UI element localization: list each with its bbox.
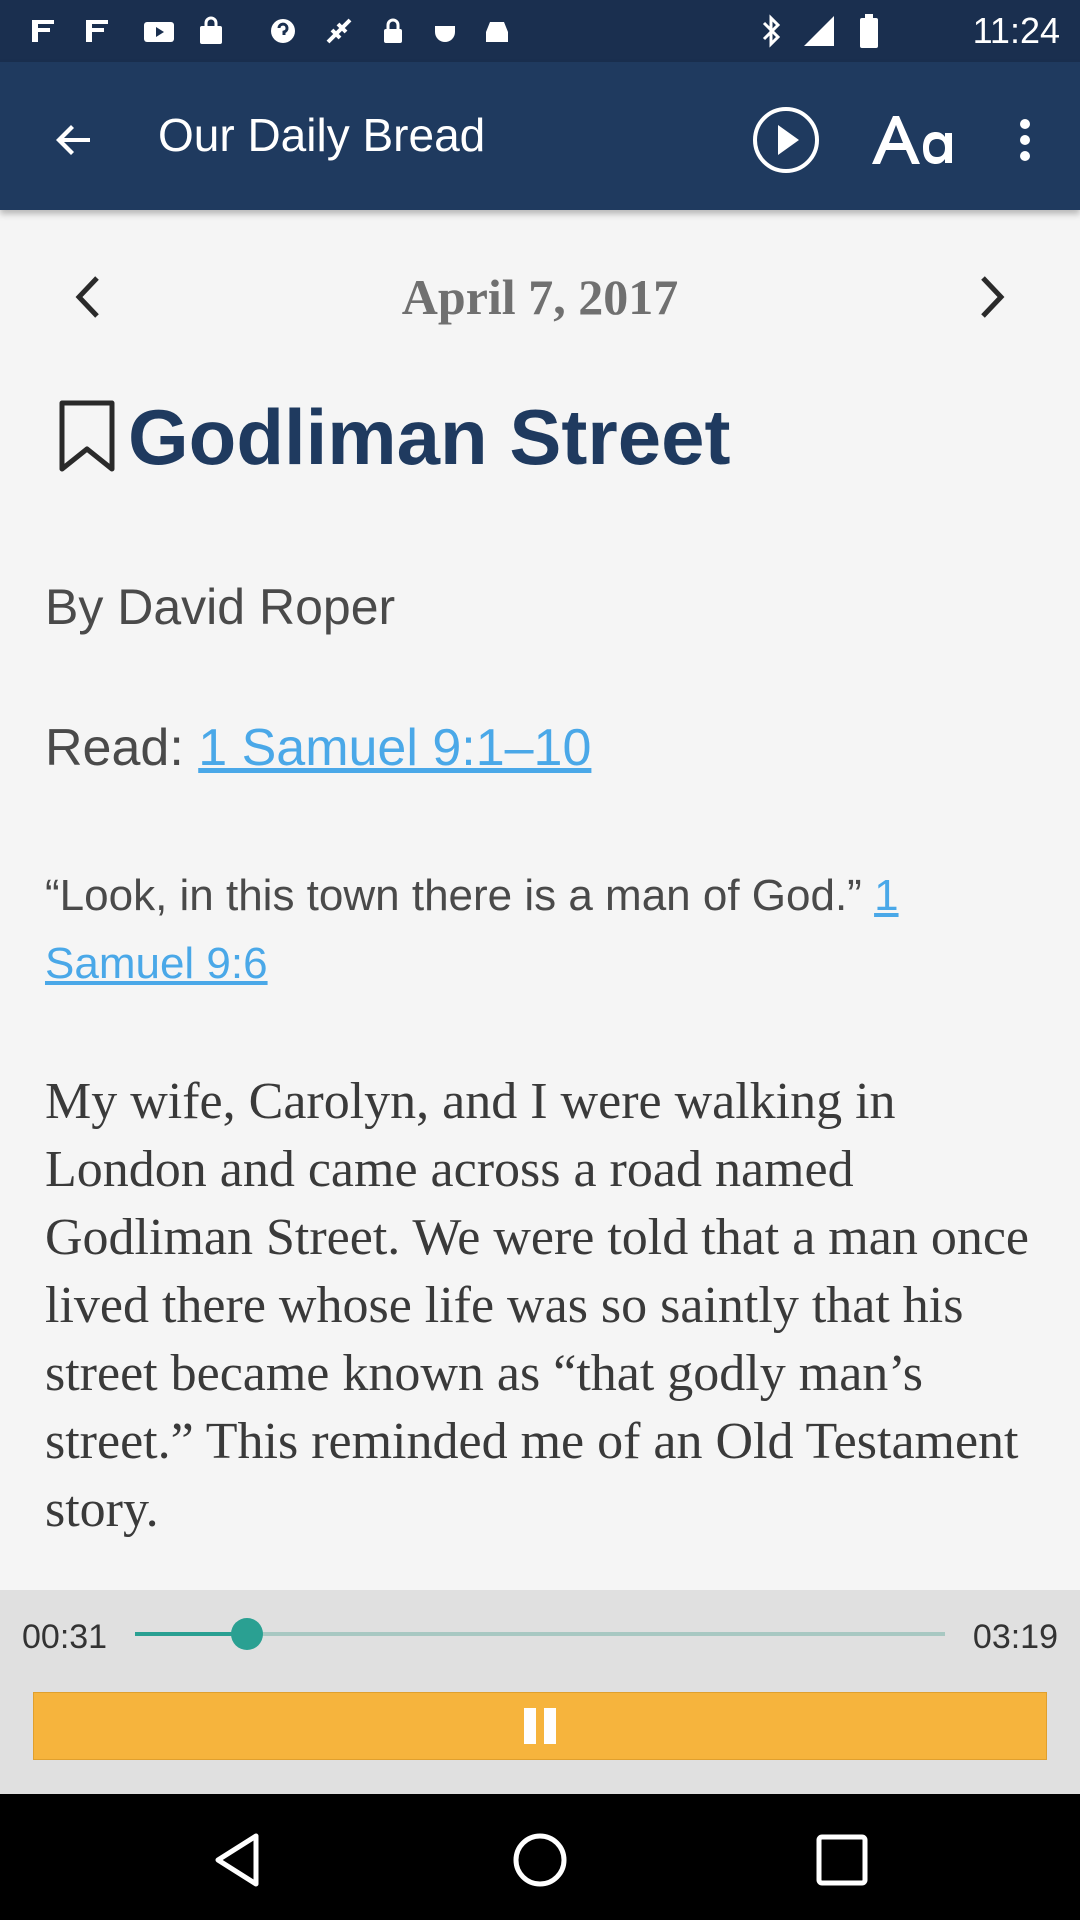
play-audio-button[interactable] (744, 98, 828, 182)
next-day-button[interactable] (960, 262, 1024, 332)
battery-icon (850, 12, 888, 50)
read-passage-link[interactable]: 1 Samuel 9:1–10 (198, 719, 591, 777)
text-size-icon (872, 116, 952, 164)
play-circle-icon (753, 107, 819, 173)
lock-icon (374, 12, 412, 50)
read-label: Read: (45, 719, 199, 777)
devotional-date: April 7, 2017 (401, 269, 679, 325)
font-size-button[interactable] (866, 98, 958, 182)
total-duration: 03:19 (972, 1618, 1058, 1656)
app-bar: Our Daily Bread (0, 62, 1080, 210)
nav-home-button[interactable] (502, 1822, 578, 1898)
question-icon (264, 12, 302, 50)
bag-icon (192, 12, 230, 50)
read-passage: Read: 1 Samuel 9:1–10 (45, 718, 1035, 778)
bookmark-button[interactable] (50, 394, 124, 478)
audio-player: 00:31 03:19 (0, 1590, 1080, 1794)
app-title: Our Daily Bread (158, 109, 486, 161)
devotional-body: My wife, Carolyn, and I were walking in … (45, 1073, 1029, 1538)
pause-button[interactable] (33, 1692, 1047, 1760)
notification-icon (78, 12, 116, 50)
devotional-title: Godliman Street (128, 393, 731, 481)
more-vert-icon (1020, 119, 1030, 161)
bookmark-icon (59, 400, 115, 472)
notification-icon (24, 12, 62, 50)
triangle-back-icon (215, 1833, 259, 1887)
satellite-icon (320, 12, 358, 50)
system-nav-bar (0, 1794, 1080, 1920)
nav-recents-button[interactable] (804, 1822, 880, 1898)
video-icon (140, 12, 178, 50)
circle-home-icon (513, 1833, 567, 1887)
more-options-button[interactable] (1000, 98, 1050, 182)
elapsed-time: 00:31 (22, 1618, 108, 1656)
signal-icon (800, 12, 838, 50)
chevron-right-icon (981, 276, 1005, 318)
nav-back-button[interactable] (200, 1822, 276, 1898)
arrow-left-icon (56, 125, 90, 155)
date-navigation: April 7, 2017 (0, 250, 1080, 340)
status-bar: 11:24 (0, 0, 1080, 62)
square-recents-icon (816, 1834, 868, 1886)
bluetooth-icon (752, 12, 790, 50)
audio-seek-bar[interactable] (135, 1618, 945, 1650)
inbox-icon (478, 12, 516, 50)
pause-icon (524, 1708, 556, 1744)
author-line: By David Roper (45, 579, 396, 635)
seek-thumb[interactable] (230, 1618, 263, 1650)
cup-icon (426, 12, 464, 50)
back-button[interactable] (36, 102, 112, 178)
status-time: 11:24 (972, 10, 1060, 51)
key-verse-text: “Look, in this town there is a man of Go… (45, 871, 875, 920)
key-verse: “Look, in this town there is a man of Go… (45, 862, 1005, 998)
